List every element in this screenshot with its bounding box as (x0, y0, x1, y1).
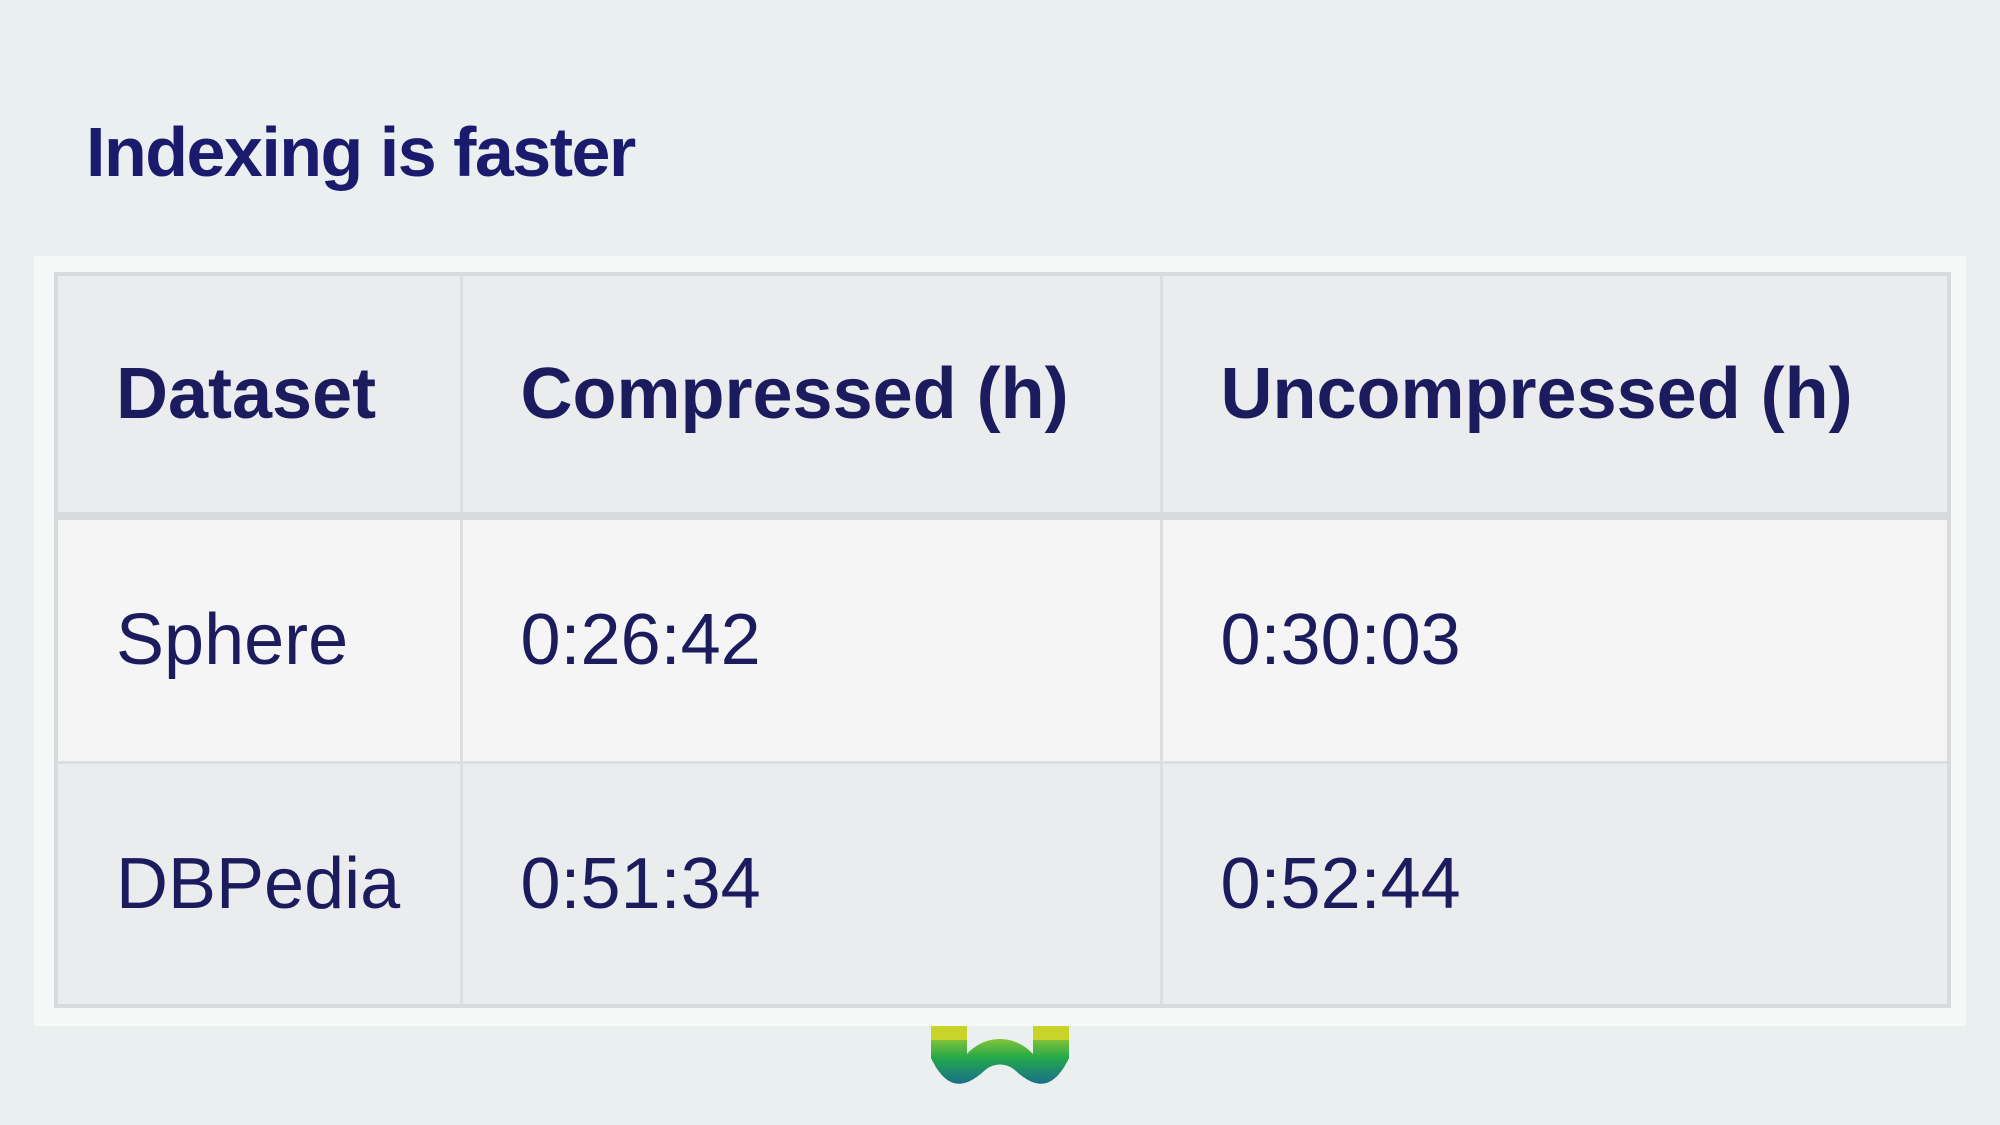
indexing-time-table: Dataset Compressed (h) Uncompressed (h) … (54, 272, 1951, 1008)
header-dataset: Dataset (54, 272, 463, 520)
table-header-row: Dataset Compressed (h) Uncompressed (h) (54, 272, 1951, 520)
compressed-time-cell: 0:51:34 (459, 760, 1163, 1008)
table-row: DBPedia 0:51:34 0:52:44 (54, 760, 1951, 1008)
slide-title: Indexing is faster (86, 113, 636, 191)
dataset-cell: Sphere (54, 514, 463, 764)
uncompressed-time-cell: 0:30:03 (1159, 514, 1951, 764)
header-compressed: Compressed (h) (459, 272, 1163, 520)
uncompressed-time-cell: 0:52:44 (1159, 760, 1951, 1008)
compressed-time-cell: 0:26:42 (459, 514, 1163, 764)
table-container: Dataset Compressed (h) Uncompressed (h) … (34, 256, 1966, 1026)
dataset-cell: DBPedia (54, 760, 463, 1008)
header-uncompressed: Uncompressed (h) (1159, 272, 1951, 520)
w-logo-icon (931, 1026, 1069, 1084)
table-row: Sphere 0:26:42 0:30:03 (54, 514, 1951, 764)
